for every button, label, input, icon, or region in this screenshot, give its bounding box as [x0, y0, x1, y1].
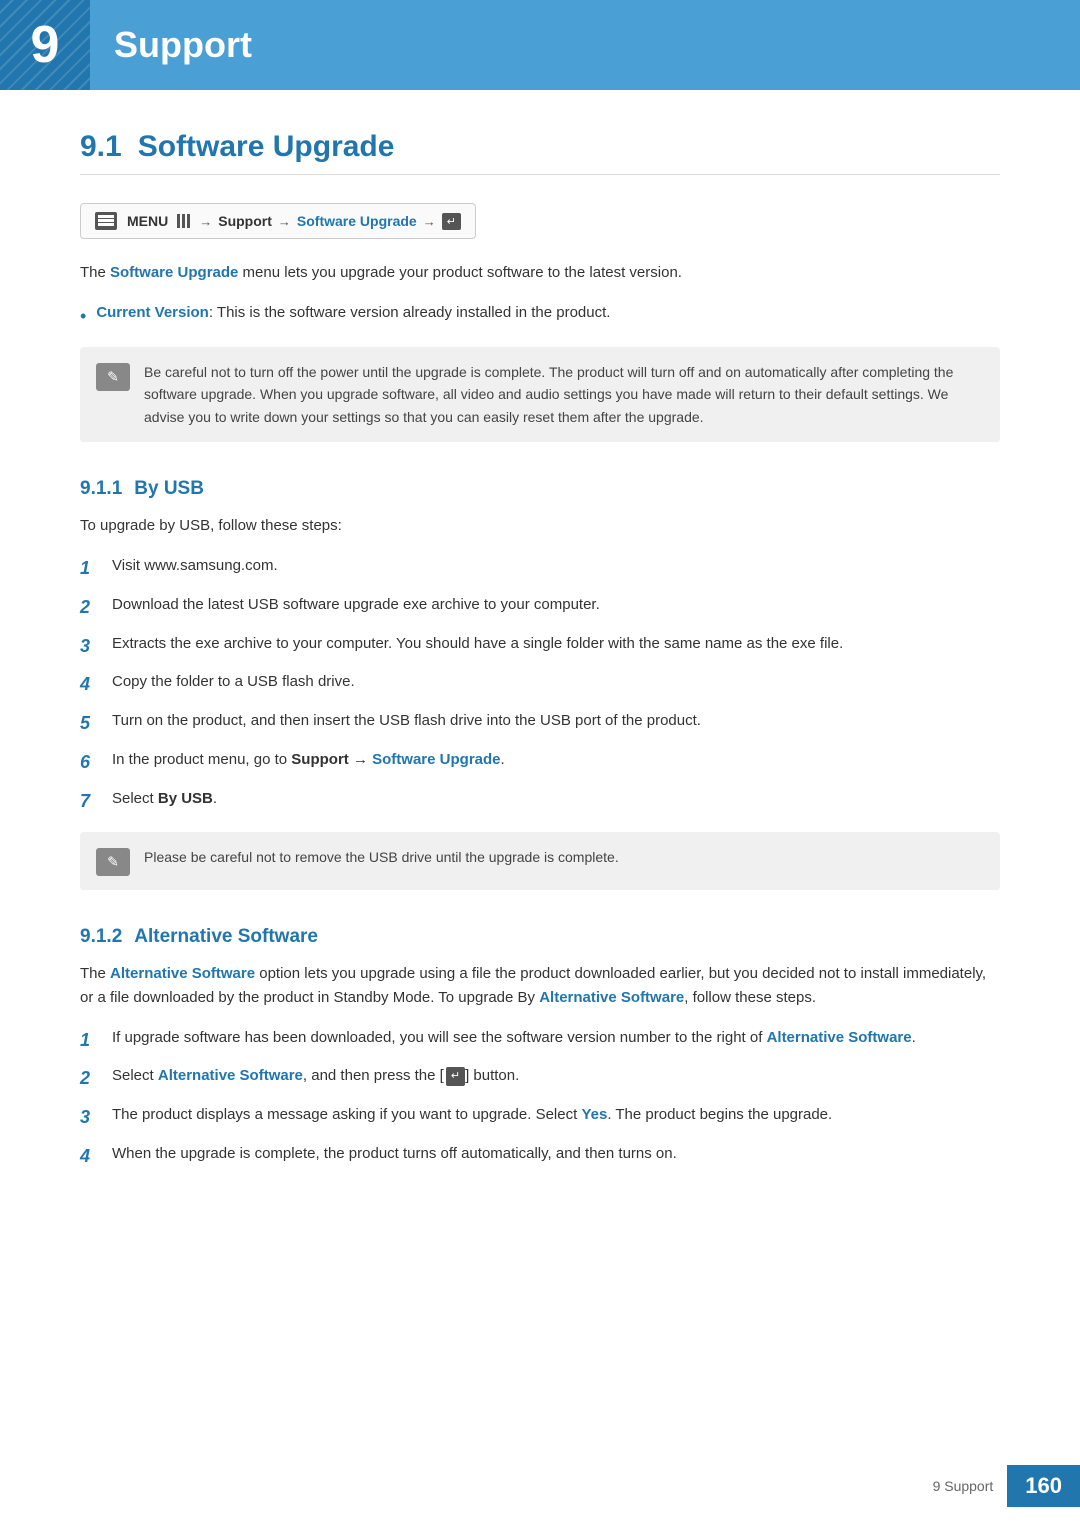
- alt-step-3: 3 The product displays a message asking …: [80, 1103, 1000, 1132]
- alt-step-num-2: 2: [80, 1064, 98, 1093]
- intro-text: The: [80, 264, 110, 281]
- usb-step-6: 6 In the product menu, go to Support → S…: [80, 748, 1000, 777]
- note-icon-usb: [96, 848, 130, 876]
- usb-note-text: Please be careful not to remove the USB …: [144, 846, 619, 868]
- bullet-current-version: • Current Version: This is the software …: [80, 301, 1000, 331]
- alt-step-text-4: When the upgrade is complete, the produc…: [112, 1142, 677, 1166]
- subsection-9-1-2-title: 9.1.2 Alternative Software: [80, 926, 1000, 948]
- page-footer: 9 Support 160: [919, 1465, 1080, 1507]
- intro-rest: menu lets you upgrade your product softw…: [238, 264, 682, 281]
- nav-arrow-2: →: [278, 214, 291, 229]
- alt-step-2: 2 Select Alternative Software, and then …: [80, 1064, 1000, 1093]
- nav-menu-bars-icon: [177, 214, 190, 228]
- bullet-list: • Current Version: This is the software …: [80, 301, 1000, 331]
- alt-step-num-4: 4: [80, 1142, 98, 1171]
- step-num-6: 6: [80, 748, 98, 777]
- step-num-2: 2: [80, 593, 98, 622]
- chapter-number-box: 9: [0, 0, 90, 90]
- alt-step-text-3: The product displays a message asking if…: [112, 1103, 832, 1127]
- chapter-number: 9: [31, 15, 60, 75]
- footer-chapter-label: 9 Support: [919, 1470, 1008, 1502]
- nav-software-upgrade: Software Upgrade: [297, 213, 417, 229]
- section-9-1-intro: The Software Upgrade menu lets you upgra…: [80, 261, 1000, 285]
- enter-icon-step2: ↵: [446, 1067, 465, 1087]
- chapter-title: Support: [114, 24, 252, 66]
- usb-step-3: 3 Extracts the exe archive to your compu…: [80, 632, 1000, 661]
- subsection-9-1-2-label: Alternative Software: [134, 926, 318, 948]
- bullet-dot: •: [80, 302, 86, 331]
- subsection-9-1-1-label: By USB: [134, 478, 204, 500]
- usb-step-4: 4 Copy the folder to a USB flash drive.: [80, 670, 1000, 699]
- step-num-4: 4: [80, 670, 98, 699]
- alt-step-text-1: If upgrade software has been downloaded,…: [112, 1026, 916, 1050]
- alt-step-1: 1 If upgrade software has been downloade…: [80, 1026, 1000, 1055]
- section-9-1-label: Software Upgrade: [138, 130, 395, 164]
- intro-bold: Software Upgrade: [110, 264, 238, 281]
- step-num-7: 7: [80, 787, 98, 816]
- subsection-9-1-1-title: 9.1.1 By USB: [80, 478, 1000, 500]
- current-version-rest: : This is the software version already i…: [209, 304, 611, 321]
- step-text-1: Visit www.samsung.com.: [112, 554, 278, 578]
- note-icon: [96, 363, 130, 391]
- step-text-4: Copy the folder to a USB flash drive.: [112, 670, 355, 694]
- section-9-1-title: 9.1 Software Upgrade: [80, 130, 1000, 175]
- usb-steps-list: 1 Visit www.samsung.com. 2 Download the …: [80, 554, 1000, 816]
- nav-menu-label: MENU: [127, 213, 168, 229]
- section-9-1-number: 9.1: [80, 130, 122, 164]
- nav-arrow-3: →: [423, 214, 436, 229]
- usb-step-7: 7 Select By USB.: [80, 787, 1000, 816]
- menu-screen-icon: [95, 212, 117, 230]
- chapter-header: 9 Support: [0, 0, 1080, 90]
- page-content: 9.1 Software Upgrade MENU → Support → So…: [0, 90, 1080, 1267]
- bullet-text: Current Version: This is the software ve…: [96, 301, 610, 325]
- usb-step-1: 1 Visit www.samsung.com.: [80, 554, 1000, 583]
- usb-step-2: 2 Download the latest USB software upgra…: [80, 593, 1000, 622]
- step-text-7: Select By USB.: [112, 787, 217, 811]
- step-text-5: Turn on the product, and then insert the…: [112, 709, 701, 733]
- usb-step-5: 5 Turn on the product, and then insert t…: [80, 709, 1000, 738]
- step-num-5: 5: [80, 709, 98, 738]
- nav-enter-icon: ↵: [442, 213, 461, 230]
- note-box-usb: Please be careful not to remove the USB …: [80, 832, 1000, 890]
- subsection-9-1-2-number: 9.1.2: [80, 926, 122, 948]
- alt-step-4: 4 When the upgrade is complete, the prod…: [80, 1142, 1000, 1171]
- nav-breadcrumb: MENU → Support → Software Upgrade → ↵: [80, 203, 476, 239]
- step-text-3: Extracts the exe archive to your compute…: [112, 632, 843, 656]
- current-version-label: Current Version: [96, 304, 209, 321]
- nav-support: Support: [218, 213, 272, 229]
- step-text-2: Download the latest USB software upgrade…: [112, 593, 600, 617]
- alt-step-num-1: 1: [80, 1026, 98, 1055]
- subsection-9-1-1-number: 9.1.1: [80, 478, 122, 500]
- by-usb-intro: To upgrade by USB, follow these steps:: [80, 514, 1000, 538]
- step-text-6: In the product menu, go to Support → Sof…: [112, 748, 505, 772]
- step-num-3: 3: [80, 632, 98, 661]
- footer-page-number: 160: [1007, 1465, 1080, 1507]
- alt-step-text-2: Select Alternative Software, and then pr…: [112, 1064, 519, 1088]
- step-num-1: 1: [80, 554, 98, 583]
- alt-software-intro: The Alternative Software option lets you…: [80, 962, 1000, 1010]
- alt-steps-list: 1 If upgrade software has been downloade…: [80, 1026, 1000, 1171]
- note-box-9-1: Be careful not to turn off the power unt…: [80, 347, 1000, 442]
- note-text-9-1: Be careful not to turn off the power unt…: [144, 361, 984, 428]
- nav-arrow-1: →: [199, 214, 212, 229]
- alt-step-num-3: 3: [80, 1103, 98, 1132]
